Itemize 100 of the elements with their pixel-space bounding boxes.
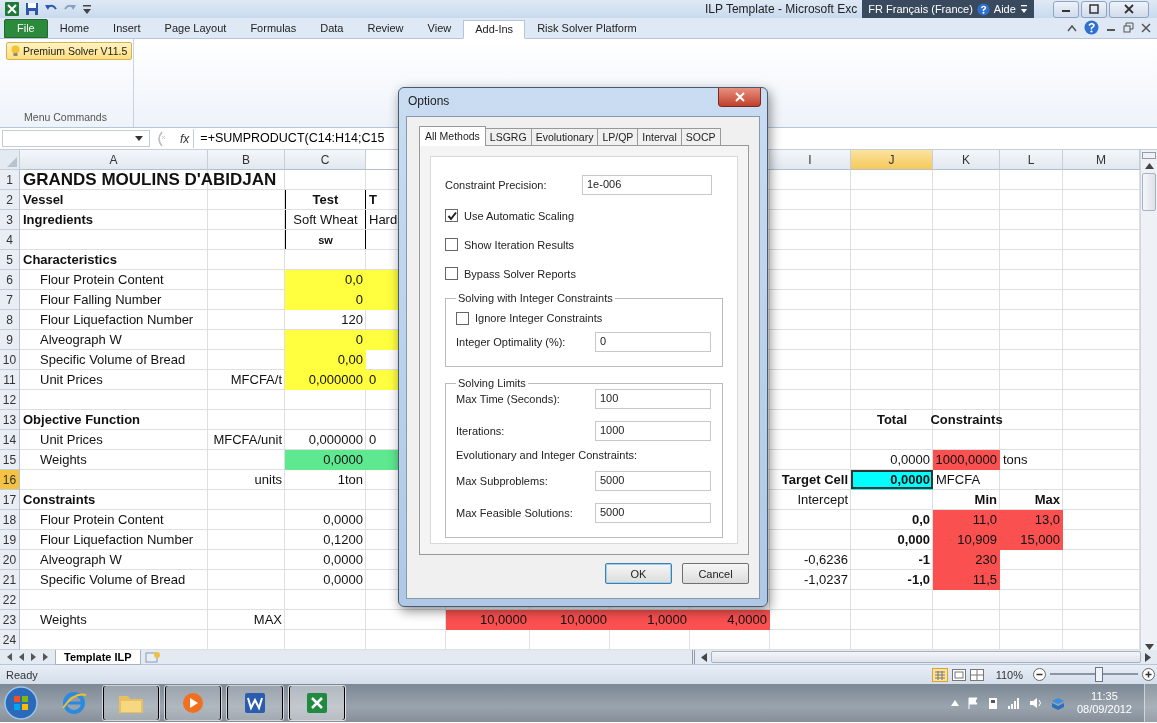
ribbon-tab[interactable]: Insert <box>101 19 153 38</box>
close-button[interactable] <box>718 88 761 107</box>
save-icon[interactable] <box>25 2 39 16</box>
column-header[interactable]: C <box>285 150 366 170</box>
row-header[interactable]: 22 <box>0 590 20 610</box>
help-label[interactable]: Aide <box>993 3 1016 15</box>
input-field[interactable]: 1000 <box>595 421 711 441</box>
checkbox-label[interactable]: Show Iteration Results <box>464 238 575 251</box>
column-header[interactable]: J <box>851 150 933 170</box>
checkbox-label[interactable]: Use Automatic Scaling <box>464 209 575 222</box>
ok-button[interactable]: OK <box>605 563 672 584</box>
row-header[interactable]: 18 <box>0 510 20 530</box>
ribbon-tab[interactable]: File <box>4 19 48 38</box>
word-taskbar-icon[interactable] <box>226 685 284 721</box>
spreadsheet-icon[interactable] <box>4 1 20 17</box>
scroll-thumb[interactable] <box>711 651 1141 663</box>
start-button[interactable] <box>4 686 38 720</box>
dialog-tab[interactable]: LP/QP <box>597 128 639 145</box>
minimize-button[interactable] <box>1053 0 1079 18</box>
row-header[interactable]: 1 <box>0 170 20 190</box>
column-header[interactable]: I <box>770 150 851 170</box>
help-icon[interactable] <box>976 2 990 16</box>
dialog-tab[interactable]: Evolutionary <box>530 128 599 145</box>
input-field[interactable]: 0 <box>595 332 711 352</box>
excel-taskbar-icon[interactable] <box>288 685 346 721</box>
checkbox-label[interactable]: Ignore Integer Constraints <box>475 312 603 324</box>
device-icon[interactable] <box>986 696 999 710</box>
options-caret-icon[interactable] <box>1019 3 1028 15</box>
maximize-icon[interactable] <box>1089 4 1099 14</box>
scroll-right-icon[interactable] <box>1145 652 1151 662</box>
ribbon-tab[interactable]: Home <box>47 19 102 38</box>
ribbon-tab[interactable]: Formulas <box>238 19 309 38</box>
zoom-thumb[interactable] <box>1095 667 1104 682</box>
input-field[interactable]: 5000 <box>595 503 711 523</box>
zoom-in-icon[interactable] <box>1142 668 1155 681</box>
show-hidden-icons-icon[interactable] <box>950 700 959 706</box>
cancel-button[interactable]: Cancel <box>682 563 749 584</box>
zoom-out-icon[interactable] <box>1033 668 1046 681</box>
zoom-level[interactable]: 110% <box>995 668 1023 681</box>
premium-solver-button[interactable]: Premium Solver V11.5 <box>6 42 133 60</box>
insert-function-button[interactable]: fx <box>180 131 190 146</box>
checkbox[interactable] <box>456 311 469 325</box>
page-break-icon[interactable] <box>969 668 984 681</box>
row-header[interactable]: 7 <box>0 290 20 310</box>
row-header[interactable]: 4 <box>0 230 20 250</box>
page-layout-icon[interactable] <box>951 668 966 681</box>
vertical-scrollbar[interactable] <box>1140 150 1157 650</box>
ribbon-tab[interactable]: Review <box>355 19 416 38</box>
input-field[interactable]: 1e-006 <box>582 175 712 195</box>
row-header[interactable]: 19 <box>0 530 20 550</box>
ribbon-tab[interactable]: Risk Solver Platform <box>525 19 649 38</box>
row-header[interactable]: 2 <box>0 190 20 210</box>
close-icon[interactable] <box>1124 4 1134 14</box>
scroll-thumb[interactable] <box>1142 173 1156 211</box>
dialog-tab[interactable]: All Methods <box>419 126 486 146</box>
row-header[interactable]: 24 <box>0 630 20 650</box>
scroll-left-icon[interactable] <box>701 652 707 662</box>
column-header[interactable]: K <box>933 150 1000 170</box>
maximize-button[interactable] <box>1081 0 1107 18</box>
checkbox[interactable] <box>445 267 458 280</box>
collapse-ribbon-icon[interactable] <box>1067 23 1077 32</box>
customize-caret-icon[interactable] <box>82 3 92 15</box>
row-header[interactable]: 23 <box>0 610 20 630</box>
row-header[interactable]: 17 <box>0 490 20 510</box>
ribbon-tab[interactable]: Data <box>308 19 356 38</box>
row-header[interactable]: 12 <box>0 390 20 410</box>
language-label[interactable]: FR Français (France) <box>868 3 973 15</box>
scroll-up-icon[interactable] <box>1144 163 1154 169</box>
help-icon[interactable] <box>1084 20 1099 35</box>
checkbox[interactable] <box>445 209 458 222</box>
column-header[interactable]: L <box>1000 150 1063 170</box>
close-icon[interactable] <box>1141 22 1151 33</box>
row-header[interactable]: 6 <box>0 270 20 290</box>
row-header[interactable]: 14 <box>0 430 20 450</box>
row-header[interactable]: 16 <box>0 470 20 490</box>
restore-icon[interactable] <box>1123 22 1134 33</box>
row-header[interactable]: 8 <box>0 310 20 330</box>
flag-icon[interactable] <box>966 697 979 709</box>
row-header[interactable]: 5 <box>0 250 20 270</box>
input-field[interactable]: 100 <box>595 389 711 409</box>
input-field[interactable]: 5000 <box>595 471 711 491</box>
ribbon-tab[interactable]: Page Layout <box>152 19 239 38</box>
row-header[interactable]: 20 <box>0 550 20 570</box>
column-header[interactable]: M <box>1063 150 1140 170</box>
volume-icon[interactable] <box>1028 697 1043 709</box>
row-header[interactable]: 10 <box>0 350 20 370</box>
checkbox[interactable] <box>445 238 458 251</box>
language-bar[interactable]: FR Français (France) Aide <box>862 0 1034 18</box>
column-header[interactable]: B <box>208 150 285 170</box>
row-header[interactable]: 21 <box>0 570 20 590</box>
close-button[interactable] <box>1109 0 1149 18</box>
folder-taskbar-icon[interactable] <box>102 685 160 721</box>
row-header[interactable]: 15 <box>0 450 20 470</box>
row-header[interactable]: 3 <box>0 210 20 230</box>
row-header[interactable]: 13 <box>0 410 20 430</box>
signal-icon[interactable] <box>1006 697 1021 709</box>
column-header[interactable]: A <box>20 150 208 170</box>
ribbon-tab[interactable]: View <box>415 19 464 38</box>
checkbox-label[interactable]: Bypass Solver Reports <box>464 267 576 280</box>
dialog-tab[interactable]: SOCP <box>680 128 721 145</box>
